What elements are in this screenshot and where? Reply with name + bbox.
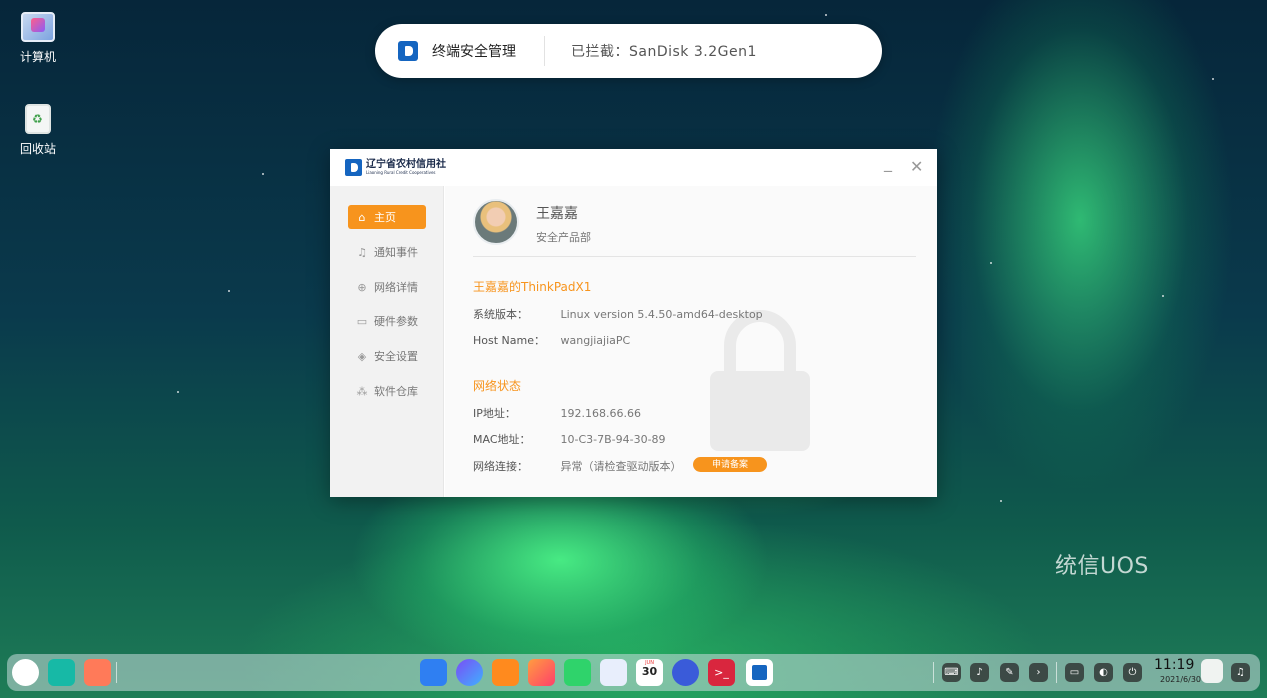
app-store-icon[interactable] bbox=[492, 659, 519, 686]
window-titlebar[interactable]: 辽宁省农村信用社 Liaoning Rural Credit Cooperati… bbox=[330, 149, 937, 186]
volume-icon[interactable]: ♪ bbox=[970, 663, 989, 682]
info-row-ip: IP地址： 192.168.66.66 bbox=[473, 405, 913, 421]
notification-app-name: 终端安全管理 bbox=[432, 44, 516, 60]
home-panel: 王嘉嘉 安全产品部 王嘉嘉的ThinkPadX1 系统版本： Linux ver… bbox=[445, 186, 937, 497]
keyboard-icon[interactable]: ⌨ bbox=[942, 663, 961, 682]
star bbox=[228, 290, 230, 292]
star bbox=[990, 262, 992, 264]
brand-mark-icon bbox=[345, 159, 362, 176]
bell-icon: ♫ bbox=[357, 245, 367, 259]
browser-icon[interactable] bbox=[456, 659, 483, 686]
file-manager-icon[interactable] bbox=[420, 659, 447, 686]
power-icon[interactable]: ⏻ bbox=[1123, 663, 1142, 682]
dock-separator bbox=[1056, 662, 1057, 683]
apply-registration-button[interactable]: 申请备案 bbox=[693, 457, 767, 472]
info-row-os: 系统版本： Linux version 5.4.50-amd64-desktop bbox=[473, 306, 913, 322]
star bbox=[1000, 500, 1002, 502]
computer-icon bbox=[21, 12, 55, 42]
launcher-icon[interactable] bbox=[12, 659, 39, 686]
info-key: MAC地址： bbox=[473, 433, 531, 446]
star bbox=[262, 173, 264, 175]
trash-icon bbox=[25, 104, 51, 134]
divider bbox=[473, 256, 916, 257]
info-value: 10-C3-7B-94-30-89 bbox=[560, 433, 666, 446]
terminal-icon[interactable]: >_ bbox=[708, 659, 735, 686]
info-key: Host Name： bbox=[473, 334, 545, 347]
star bbox=[825, 14, 827, 16]
desktop-icon-label: 回收站 bbox=[19, 142, 56, 156]
sidebar-item-software-store[interactable]: ⁂ 软件仓库 bbox=[348, 379, 426, 403]
dock-separator bbox=[116, 662, 117, 683]
brand-name-en: Liaoning Rural Credit Cooperatives bbox=[366, 170, 436, 175]
avatar bbox=[473, 199, 519, 245]
network-icon[interactable]: ◐ bbox=[1094, 663, 1113, 682]
dock-separator bbox=[933, 662, 934, 683]
monitor-icon: ▭ bbox=[356, 314, 368, 328]
brand-name-cn: 辽宁省农村信用社 bbox=[366, 159, 446, 170]
desktop-icon-trash[interactable]: 回收站 bbox=[8, 104, 68, 157]
sidebar-item-notifications[interactable]: ♫ 通知事件 bbox=[348, 240, 426, 264]
chevron-right-icon[interactable]: › bbox=[1029, 663, 1048, 682]
globe-icon: ⊕ bbox=[357, 280, 367, 294]
info-key: 网络连接： bbox=[473, 460, 528, 473]
music-icon[interactable] bbox=[564, 659, 591, 686]
sidebar-item-label: 软件仓库 bbox=[374, 385, 418, 398]
sidebar-item-hardware[interactable]: ▭ 硬件参数 bbox=[348, 309, 426, 333]
info-row-hostname: Host Name： wangjiajiaPC bbox=[473, 332, 913, 348]
document-viewer-icon[interactable] bbox=[600, 659, 627, 686]
star bbox=[1162, 295, 1164, 297]
clock-date[interactable]: 2021/6/30 bbox=[1160, 675, 1201, 684]
desktop-icon-computer[interactable]: 计算机 bbox=[8, 12, 68, 65]
dock: JUN 30 >_ ⌨ ♪ ✎ › ▭ ◐ ⏻ 11:19 2021/6/30 … bbox=[7, 654, 1260, 691]
network-section-title: 网络状态 bbox=[473, 379, 522, 393]
security-manager-icon[interactable] bbox=[746, 659, 773, 686]
sidebar-item-network[interactable]: ⊕ 网络详情 bbox=[348, 275, 426, 299]
user-name: 王嘉嘉 bbox=[536, 206, 578, 222]
close-button[interactable]: ✕ bbox=[910, 157, 923, 176]
brand-logo: 辽宁省农村信用社 Liaoning Rural Credit Cooperati… bbox=[345, 159, 446, 176]
home-icon: ⌂ bbox=[358, 210, 366, 224]
apps-icon: ⁂ bbox=[356, 384, 368, 398]
notification-center-icon[interactable]: ▭ bbox=[1065, 663, 1084, 682]
control-center-icon[interactable] bbox=[672, 659, 699, 686]
info-key: IP地址： bbox=[473, 407, 516, 420]
star bbox=[1212, 78, 1214, 80]
bell-icon[interactable]: ♫ bbox=[1231, 663, 1250, 682]
sidebar-item-label: 安全设置 bbox=[374, 350, 418, 363]
sidebar-item-label: 主页 bbox=[374, 211, 396, 224]
sidebar: ⌂ 主页 ♫ 通知事件 ⊕ 网络详情 ▭ 硬件参数 ◈ 安全设置 ⁂ 软件仓库 bbox=[330, 186, 444, 497]
screenshot-pen-icon[interactable]: ✎ bbox=[1000, 663, 1019, 682]
calendar-icon[interactable]: JUN 30 bbox=[636, 659, 663, 686]
os-watermark: 统信UOS bbox=[1055, 554, 1149, 579]
app-logo-icon bbox=[398, 41, 418, 61]
info-value: 异常（请检查驱动版本） bbox=[560, 460, 682, 473]
trash-icon[interactable] bbox=[1201, 659, 1223, 683]
star bbox=[177, 391, 179, 393]
sidebar-item-label: 通知事件 bbox=[374, 246, 418, 259]
minimize-button[interactable]: _ bbox=[884, 153, 892, 172]
device-section-title: 王嘉嘉的ThinkPadX1 bbox=[473, 280, 592, 294]
sidebar-item-home[interactable]: ⌂ 主页 bbox=[348, 205, 426, 229]
info-key: 系统版本： bbox=[473, 308, 528, 321]
clock-time[interactable]: 11:19 bbox=[1154, 657, 1194, 673]
desktop-icon-label: 计算机 bbox=[19, 50, 56, 64]
info-row-mac: MAC地址： 10-C3-7B-94-30-89 bbox=[473, 431, 913, 447]
user-department: 安全产品部 bbox=[536, 231, 591, 244]
notification-divider bbox=[544, 36, 545, 66]
notification-message: 已拦截：SanDisk 3.2Gen1 bbox=[571, 44, 757, 60]
security-notification[interactable]: 终端安全管理 已拦截：SanDisk 3.2Gen1 bbox=[375, 24, 882, 78]
shield-icon: ◈ bbox=[357, 349, 367, 363]
sidebar-item-label: 网络详情 bbox=[374, 281, 418, 294]
info-value: Linux version 5.4.50-amd64-desktop bbox=[560, 308, 763, 321]
info-value: wangjiajiaPC bbox=[560, 334, 631, 347]
close-icon: ✕ bbox=[910, 157, 924, 176]
image-viewer-icon[interactable] bbox=[528, 659, 555, 686]
workspace-icon[interactable] bbox=[84, 659, 111, 686]
calendar-day: 30 bbox=[641, 665, 658, 678]
multitask-view-icon[interactable] bbox=[48, 659, 75, 686]
sidebar-item-label: 硬件参数 bbox=[374, 315, 418, 328]
security-client-window: 辽宁省农村信用社 Liaoning Rural Credit Cooperati… bbox=[330, 149, 937, 497]
info-value: 192.168.66.66 bbox=[560, 407, 641, 420]
sidebar-item-security[interactable]: ◈ 安全设置 bbox=[348, 344, 426, 368]
